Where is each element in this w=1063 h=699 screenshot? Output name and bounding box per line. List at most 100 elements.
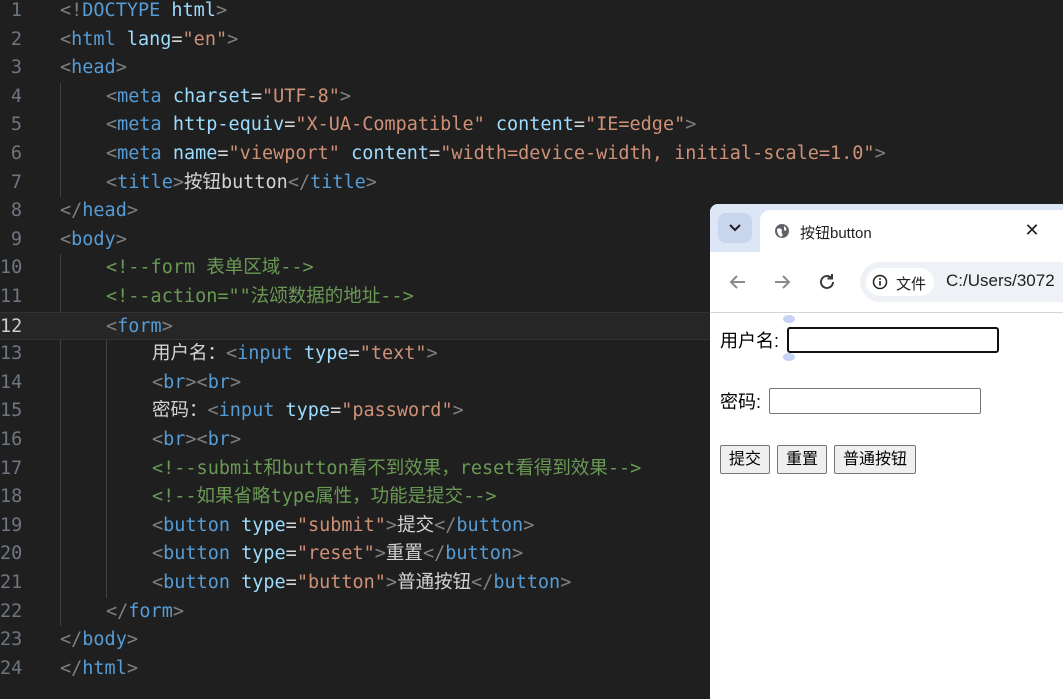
code-token: 按钮button — [183, 171, 288, 193]
code-token: <!--action=""法颂数据的地址--> — [106, 286, 414, 307]
code-token: name — [172, 143, 218, 164]
code-token: 用户名： — [152, 343, 227, 365]
code-token: > — [229, 371, 242, 393]
code-line[interactable]: 1 <!DOCTYPE html> — [0, 0, 1063, 26]
code-token: = — [171, 28, 183, 50]
code-token: </ — [422, 543, 446, 565]
code-token: <!--submit和button看不到效果，reset看得到效果--> — [152, 457, 642, 479]
line-number: 10 — [0, 257, 23, 279]
code-token: button — [456, 514, 524, 536]
code-token: > — [115, 57, 127, 79]
code-token: > — [523, 514, 535, 536]
code-token: html — [171, 0, 216, 21]
code-token: <! — [60, 0, 83, 21]
code-token: "submit" — [296, 514, 386, 536]
code-token: body — [82, 629, 127, 651]
code-token: </ — [287, 171, 311, 193]
arrow-left-icon — [729, 275, 745, 289]
password-row: 密码: — [720, 388, 982, 414]
code-line[interactable]: 5 <meta http-equiv="X-UA-Compatible" cont… — [0, 111, 1063, 140]
code-token: > — [172, 171, 184, 193]
code-token: "text" — [359, 343, 427, 365]
line-code: <br><br> — [152, 426, 241, 455]
line-code: <head> — [60, 54, 127, 83]
reload-button[interactable] — [814, 269, 840, 295]
drag-handle-top[interactable] — [783, 315, 796, 323]
code-token: "button" — [296, 572, 386, 593]
line-number: 4 — [10, 85, 22, 107]
line-number: 2 — [10, 28, 22, 50]
code-token: < — [152, 572, 164, 593]
site-info-chip[interactable]: 文件 — [866, 268, 934, 296]
reset-button[interactable]: 重置 — [777, 445, 828, 474]
code-token: < — [60, 228, 72, 250]
code-token: > — [385, 514, 398, 536]
url-text[interactable]: C:/Users/3072 — [946, 271, 1055, 291]
line-code: <!DOCTYPE html> — [60, 0, 227, 26]
code-token: type — [304, 343, 349, 365]
code-token: = — [429, 143, 441, 164]
code-token: = — [217, 143, 229, 164]
code-line[interactable]: 6 <meta name="viewport" content="width=de… — [0, 140, 1063, 169]
line-number: 8 — [10, 200, 22, 222]
code-token: "en" — [182, 28, 228, 50]
forward-button[interactable] — [769, 269, 795, 295]
submit-button[interactable]: 提交 — [720, 445, 771, 474]
line-code: <button type="reset">重置</button> — [152, 540, 523, 569]
code-line[interactable]: 7 <title>按钮button</title> — [0, 169, 1063, 198]
code-line[interactable]: 4 <meta charset="UTF-8"> — [0, 83, 1063, 112]
code-token: "width=device-width, initial-scale=1.0" — [440, 143, 875, 164]
tab-search-button[interactable] — [718, 213, 752, 243]
line-number: 18 — [0, 486, 23, 508]
code-token: 重置 — [385, 543, 423, 565]
line-number: 11 — [0, 286, 23, 307]
normal-button[interactable]: 普通按钮 — [834, 445, 917, 474]
line-code: <button type="submit">提交</button> — [152, 512, 534, 541]
code-token: < — [106, 171, 118, 193]
arrow-right-icon — [775, 275, 791, 289]
drag-handle-bottom[interactable] — [783, 353, 796, 361]
line-number: 20 — [0, 543, 23, 565]
code-token: > — [227, 28, 239, 50]
browser-tab[interactable]: 按钮button ✕ — [760, 210, 1063, 252]
line-number: 23 — [0, 629, 23, 651]
code-token: > — [126, 657, 138, 679]
password-input[interactable] — [769, 388, 982, 414]
code-token: meta — [117, 85, 162, 107]
close-icon[interactable]: ✕ — [1022, 220, 1042, 240]
code-token: </ — [60, 200, 83, 222]
username-input[interactable] — [783, 315, 1000, 361]
line-code: <meta charset="UTF-8"> — [106, 83, 351, 112]
code-token: type — [285, 400, 331, 422]
code-token: http-equiv — [172, 114, 285, 136]
code-token: body — [71, 228, 116, 250]
line-code: </body> — [60, 626, 138, 655]
code-token: form — [117, 315, 162, 337]
page-content: 用户名: 密码: 提交 重置 普通按钮 — [710, 313, 1063, 699]
line-number: 6 — [10, 143, 22, 164]
code-token: = — [250, 85, 262, 107]
back-button[interactable] — [725, 269, 751, 295]
code-line[interactable]: 2 <html lang="en"> — [0, 26, 1063, 55]
code-token: "UTF-8" — [261, 85, 340, 107]
code-token: < — [60, 57, 72, 79]
code-token: charset — [172, 85, 251, 107]
line-code: </form> — [106, 598, 184, 627]
code-token: title — [117, 171, 173, 193]
code-token: <!--如果省略type属性，功能是提交--> — [152, 486, 497, 508]
line-number: 5 — [10, 114, 22, 136]
line-number: 3 — [10, 57, 22, 79]
code-token: type — [241, 572, 286, 593]
code-token: < — [60, 28, 72, 50]
line-code: <form> — [106, 313, 173, 342]
tab-title: 按钮button — [800, 225, 872, 242]
code-line[interactable]: 3 <head> — [0, 54, 1063, 83]
line-code: <!--form 表单区域--> — [106, 254, 314, 283]
line-number: 15 — [0, 400, 23, 422]
address-bar[interactable]: 文件 C:/Users/3072 — [860, 262, 1063, 302]
code-token: > — [374, 543, 386, 565]
code-token: = — [348, 343, 360, 365]
line-code: <!--如果省略type属性，功能是提交--> — [152, 483, 497, 512]
